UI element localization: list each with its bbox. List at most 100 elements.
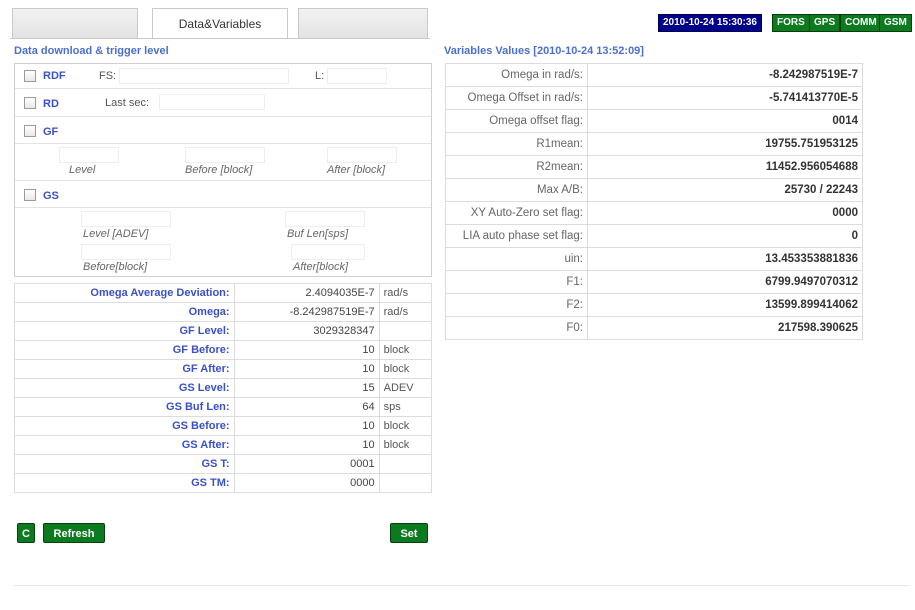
gs-buf-len-label: Buf Len[sps] xyxy=(287,228,349,240)
params-row: Omega Average Deviation: 2.4094035E-7 rad/… xyxy=(14,283,433,303)
params-label: GS T: xyxy=(14,454,235,474)
rdf-checkbox[interactable] xyxy=(24,70,36,82)
params-row: Omega: -8.242987519E-7 rad/s xyxy=(14,302,433,322)
params-label: Omega: xyxy=(14,302,235,322)
gf-after-input[interactable] xyxy=(327,147,397,163)
variables-label: R2mean: xyxy=(445,155,588,179)
params-row: GS Level: 15 ADEV xyxy=(14,378,433,398)
params-value: -8.242987519E-7 xyxy=(233,302,380,322)
variables-value: 6799.9497070312 xyxy=(587,270,863,294)
params-label: GS Buf Len: xyxy=(14,397,235,417)
gs-buf-len-input[interactable] xyxy=(285,211,365,227)
last-sec-input[interactable] xyxy=(159,94,265,110)
variables-label: F1: xyxy=(445,270,588,294)
params-row: GS After: 10 block xyxy=(14,435,433,455)
variables-row: Omega in rad/s: -8.242987519E-7 xyxy=(445,63,863,87)
rd-label: RD xyxy=(43,98,59,110)
gf-row: GF xyxy=(15,118,431,144)
gf-after-label: After [block] xyxy=(327,164,386,176)
variables-value: 0014 xyxy=(587,109,863,133)
status-comm: COMM xyxy=(840,14,882,32)
params-label: GS Before: xyxy=(14,416,235,436)
gf-before-label: Before [block] xyxy=(185,164,253,176)
variables-row: Max A/B: 25730 / 22243 xyxy=(445,178,863,202)
fs-label: FS: xyxy=(99,70,117,82)
tab-1[interactable] xyxy=(12,8,138,38)
gs-after-input[interactable] xyxy=(291,244,365,260)
gs-level-label: Level [ADEV] xyxy=(83,228,149,240)
params-value: 10 xyxy=(233,435,380,455)
gs-checkbox[interactable] xyxy=(24,189,36,201)
variables-row: R1mean: 19755.751953125 xyxy=(445,132,863,156)
trigger-section-title: Data download & trigger level xyxy=(14,45,169,57)
variables-row: F2: 13599.899414062 xyxy=(445,293,863,317)
params-value: 3029328347 xyxy=(233,321,380,341)
gs-row: GS xyxy=(15,182,431,208)
tab-data-variables[interactable]: Data&Variables xyxy=(152,8,288,39)
params-value: 2.4094035E-7 xyxy=(233,283,380,303)
variables-value: 217598.390625 xyxy=(587,316,863,340)
params-row: GS Buf Len: 64 sps xyxy=(14,397,433,417)
params-label: Omega Average Deviation: xyxy=(14,283,235,303)
fs-input[interactable] xyxy=(119,68,289,84)
params-unit xyxy=(378,473,433,493)
rdf-row: RDF FS: L: xyxy=(15,64,431,89)
params-unit xyxy=(378,454,433,474)
status-gsm: GSM xyxy=(879,14,912,32)
l-label: L: xyxy=(315,70,325,82)
params-row: GF Before: 10 block xyxy=(14,340,433,360)
tab-data-variables-label: Data&Variables xyxy=(178,17,262,31)
variables-label: F2: xyxy=(445,293,588,317)
rd-checkbox[interactable] xyxy=(24,97,36,109)
params-value: 0000 xyxy=(233,473,380,493)
variables-value: -8.242987519E-7 xyxy=(587,63,863,87)
last-sec-label: Last sec: xyxy=(105,97,150,109)
gf-before-input[interactable] xyxy=(185,147,265,163)
variables-value: 0 xyxy=(587,224,863,248)
gs-before-input[interactable] xyxy=(81,244,171,260)
params-table: Omega Average Deviation: 2.4094035E-7 rad/… xyxy=(14,283,433,493)
gf-fields-row: Level Before [block] After [block] xyxy=(15,145,431,181)
params-value: 64 xyxy=(233,397,380,417)
status-gps: GPS xyxy=(809,14,841,32)
trigger-panel: RDF FS: L: RD Last sec: GF Level Before … xyxy=(14,63,432,277)
status-datetime: 2010-10-24 15:30:36 xyxy=(658,14,762,32)
status-fors: FORS xyxy=(772,14,810,32)
variables-label: Max A/B: xyxy=(445,178,588,202)
params-row: GS Before: 10 block xyxy=(14,416,433,436)
params-label: GF After: xyxy=(14,359,235,379)
rdf-label: RDF xyxy=(43,70,66,82)
refresh-button[interactable]: Refresh xyxy=(43,523,105,543)
params-value: 10 xyxy=(233,359,380,379)
variables-section-title: Variables Values [2010-10-24 13:52:09] xyxy=(444,45,644,57)
variables-label: F0: xyxy=(445,316,588,340)
variables-label: Omega offset flag: xyxy=(445,109,588,133)
params-label: GS Level: xyxy=(14,378,235,398)
gf-level-label: Level xyxy=(69,164,96,176)
variables-value: 13.453353881836 xyxy=(587,247,863,271)
params-row: GF After: 10 block xyxy=(14,359,433,379)
gf-level-input[interactable] xyxy=(59,147,119,163)
gs-level-input[interactable] xyxy=(81,211,171,227)
variables-row: Omega Offset in rad/s: -5.741413770E-5 xyxy=(445,86,863,110)
gf-checkbox[interactable] xyxy=(24,125,36,137)
variables-row: F1: 6799.9497070312 xyxy=(445,270,863,294)
rd-row: RD Last sec: xyxy=(15,90,431,117)
params-unit xyxy=(378,321,433,341)
variables-label: R1mean: xyxy=(445,132,588,156)
variables-value: 19755.751953125 xyxy=(587,132,863,156)
variables-value: -5.741413770E-5 xyxy=(587,86,863,110)
set-button[interactable]: Set xyxy=(390,523,428,543)
tab-3[interactable] xyxy=(298,8,428,38)
variables-value: 11452.956054688 xyxy=(587,155,863,179)
params-value: 15 xyxy=(233,378,380,398)
variables-label: Omega in rad/s: xyxy=(445,63,588,87)
params-unit: block xyxy=(378,435,433,455)
variables-label: uin: xyxy=(445,247,588,271)
l-input[interactable] xyxy=(327,68,387,84)
gs-fields-row: Level [ADEV] Buf Len[sps] Before[block] … xyxy=(15,209,431,277)
c-button[interactable]: C xyxy=(17,523,35,543)
variables-row: R2mean: 11452.956054688 xyxy=(445,155,863,179)
params-value: 0001 xyxy=(233,454,380,474)
gf-label: GF xyxy=(43,126,59,138)
